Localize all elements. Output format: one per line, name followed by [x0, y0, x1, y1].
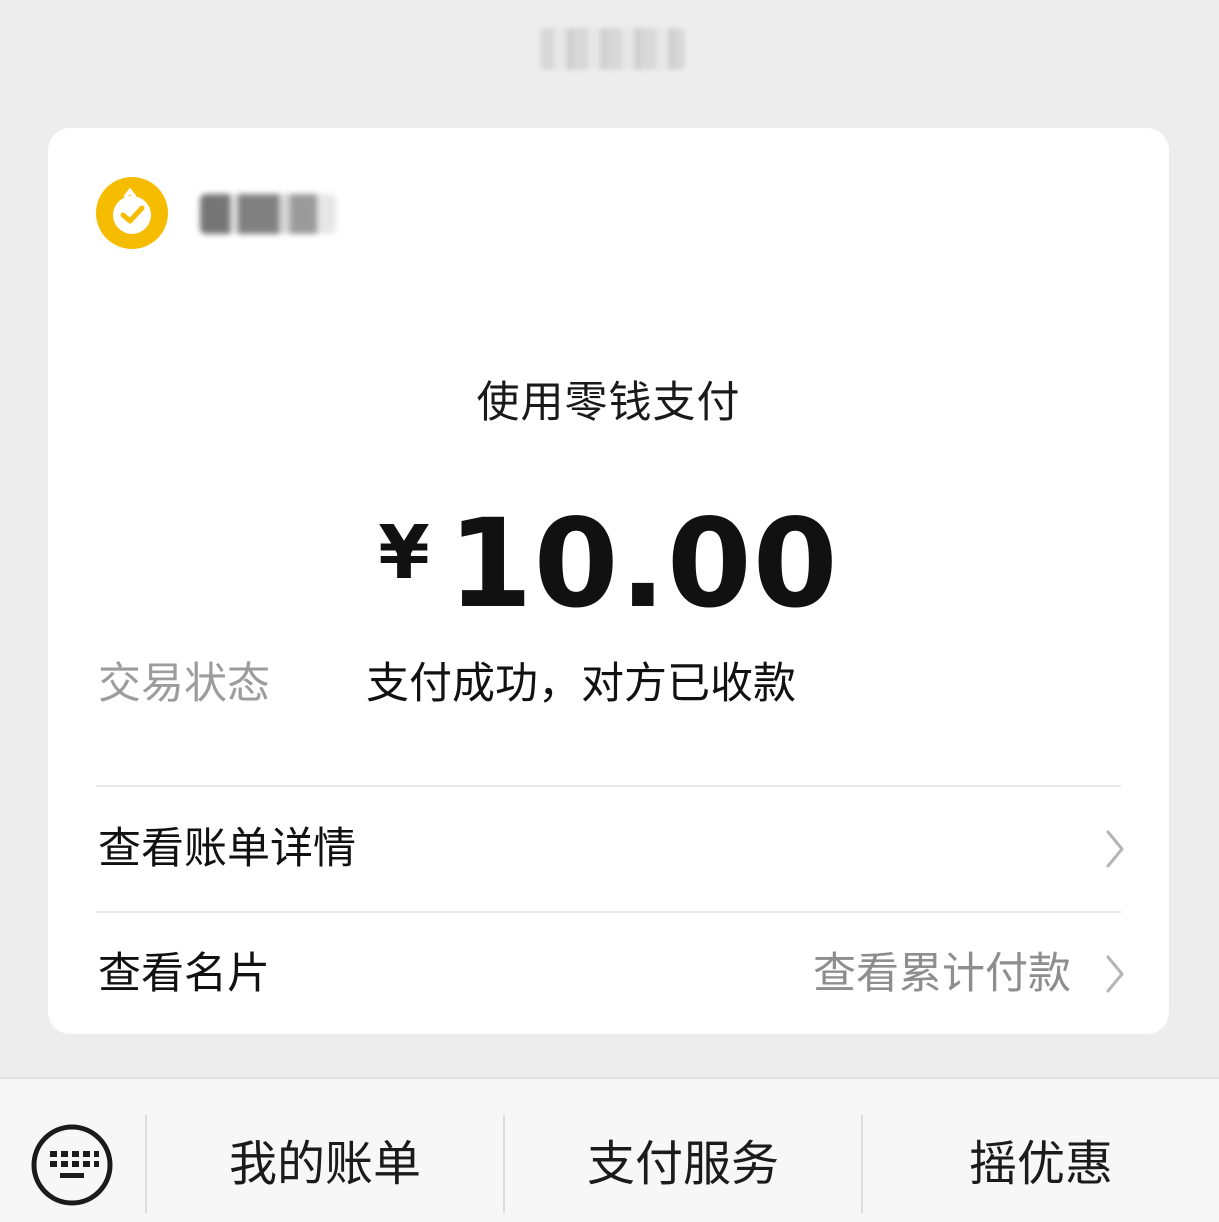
- chevron-right-icon: [1106, 955, 1124, 993]
- business-card-label: 查看名片: [98, 949, 270, 999]
- payment-services-button[interactable]: 支付服务: [505, 1115, 861, 1213]
- bottom-menu-bar: 我的账单 支付服务 摇优惠: [0, 1077, 1219, 1222]
- keyboard-toggle-button[interactable]: [30, 1123, 114, 1207]
- divider: [96, 785, 1121, 787]
- merchant-logo-icon: [96, 177, 168, 249]
- amount-value: 10.00: [447, 493, 839, 635]
- payment-method: 使用零钱支付: [476, 378, 741, 428]
- my-bills-button[interactable]: 我的账单: [147, 1115, 503, 1213]
- status-value: 支付成功，对方已收款: [366, 659, 796, 709]
- keyboard-icon: [31, 1124, 113, 1206]
- business-card-row[interactable]: 查看名片 查看累计付款: [48, 914, 1169, 1034]
- shake-discount-button[interactable]: 摇优惠: [863, 1115, 1219, 1213]
- amount-display: ¥10.00: [48, 483, 1169, 671]
- bill-details-row[interactable]: 查看账单详情: [48, 789, 1169, 909]
- chevron-right-icon: [1106, 830, 1124, 868]
- merchant-name: [200, 194, 336, 234]
- cumulative-payment-link[interactable]: 查看累计付款: [813, 944, 1071, 1004]
- payment-card: 使用零钱支付 ¥10.00 交易状态 支付成功，对方已收款 查看账单详情 查看名…: [48, 128, 1169, 1034]
- divider: [96, 911, 1121, 913]
- bill-details-label: 查看账单详情: [98, 824, 356, 874]
- currency-symbol: ¥: [378, 510, 430, 596]
- status-label: 交易状态: [98, 659, 270, 709]
- page-title: [540, 28, 685, 70]
